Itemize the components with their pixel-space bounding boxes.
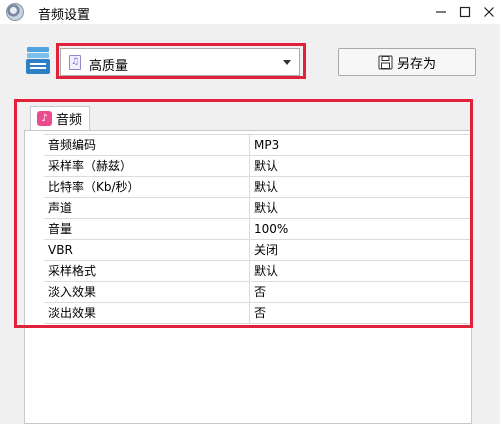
title-bar: 音频设置 bbox=[0, 0, 500, 24]
app-icon bbox=[6, 3, 24, 21]
maximize-icon bbox=[459, 6, 471, 18]
highlight-box-properties bbox=[14, 99, 473, 328]
save-disk-icon bbox=[378, 55, 393, 69]
save-as-button[interactable]: 另存为 bbox=[338, 48, 476, 76]
minimize-button[interactable] bbox=[428, 0, 454, 24]
close-icon bbox=[484, 7, 494, 17]
save-as-label: 另存为 bbox=[396, 56, 436, 72]
highlight-box-preset bbox=[56, 43, 306, 79]
maximize-button[interactable] bbox=[452, 0, 478, 24]
close-button[interactable] bbox=[476, 0, 500, 24]
minimize-icon bbox=[436, 11, 446, 13]
preset-list-icon bbox=[24, 46, 52, 76]
window-title: 音频设置 bbox=[38, 8, 91, 23]
